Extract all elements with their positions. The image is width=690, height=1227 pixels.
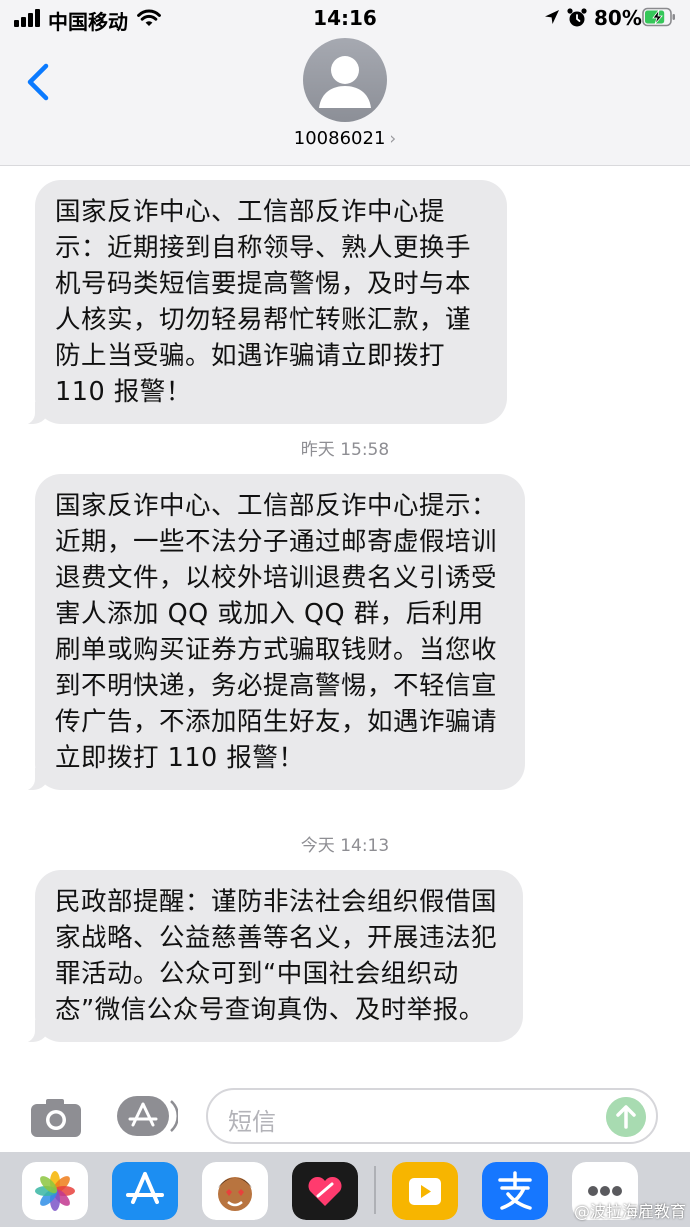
message-bubble[interactable]: 国家反诈中心、工信部反诈中心提示：近期，一些不法分子通过邮寄虚假培训退费文件，以… — [21, 474, 525, 791]
app-store-icon[interactable] — [112, 1162, 178, 1220]
memoji-icon[interactable] — [202, 1162, 268, 1220]
compose-bar: 短信 — [0, 1086, 690, 1152]
back-button[interactable] — [22, 60, 56, 104]
person-icon — [319, 56, 371, 108]
drawer-divider — [374, 1166, 376, 1214]
app-store-icon[interactable] — [116, 1095, 178, 1137]
battery-charging-icon — [642, 7, 675, 27]
chevron-right-icon: › — [389, 129, 397, 149]
contact-name: 10086021 — [293, 128, 386, 149]
message-input[interactable]: 短信 — [206, 1088, 658, 1144]
location-icon — [545, 10, 559, 24]
message-input-placeholder: 短信 — [228, 1108, 276, 1136]
message-timestamp: 昨天 15:58 — [300, 440, 390, 460]
message-text: 国家反诈中心、工信部反诈中心提示：近期，一些不法分子通过邮寄虚假培训退费文件，以… — [55, 491, 498, 773]
alarm-icon — [567, 8, 587, 27]
alipay-icon[interactable] — [482, 1162, 548, 1220]
battery-percent: 80% — [594, 6, 642, 30]
message-bubble[interactable]: 国家反诈中心、工信部反诈中心提示：近期接到自称领导、熟人更换手机号码类短信要提高… — [21, 180, 507, 425]
message-timestamp: 今天 14:13 — [300, 836, 390, 856]
video-icon[interactable] — [392, 1162, 458, 1220]
status-bar: 中国移动 14:16 80% — [0, 0, 690, 40]
photos-icon[interactable] — [22, 1162, 88, 1220]
digital-touch-icon[interactable] — [292, 1162, 358, 1220]
message-text: 国家反诈中心、工信部反诈中心提示：近期接到自称领导、熟人更换手机号码类短信要提高… — [55, 197, 472, 407]
header-area: 中国移动 14:16 80% 10086021 › — [0, 0, 690, 166]
contact-name-button[interactable]: 10086021 › — [0, 128, 690, 149]
message-bubble[interactable]: 民政部提醒：谨防非法社会组织假借国家战略、公益慈善等名义，开展违法犯罪活动。公众… — [21, 870, 523, 1043]
message-text: 民政部提醒：谨防非法社会组织假借国家战略、公益慈善等名义，开展违法犯罪活动。公众… — [55, 887, 498, 1025]
send-button[interactable] — [606, 1097, 646, 1137]
message-list[interactable]: 国家反诈中心、工信部反诈中心提示：近期接到自称领导、熟人更换手机号码类短信要提高… — [0, 166, 690, 1086]
contact-avatar[interactable] — [303, 38, 387, 122]
camera-icon[interactable] — [30, 1098, 82, 1138]
watermark-text: @波拉海雇教育 — [573, 1202, 686, 1221]
messages-screen: 中国移动 14:16 80% 10086021 › 国家反诈中心、工信部反诈中心… — [0, 0, 690, 1227]
